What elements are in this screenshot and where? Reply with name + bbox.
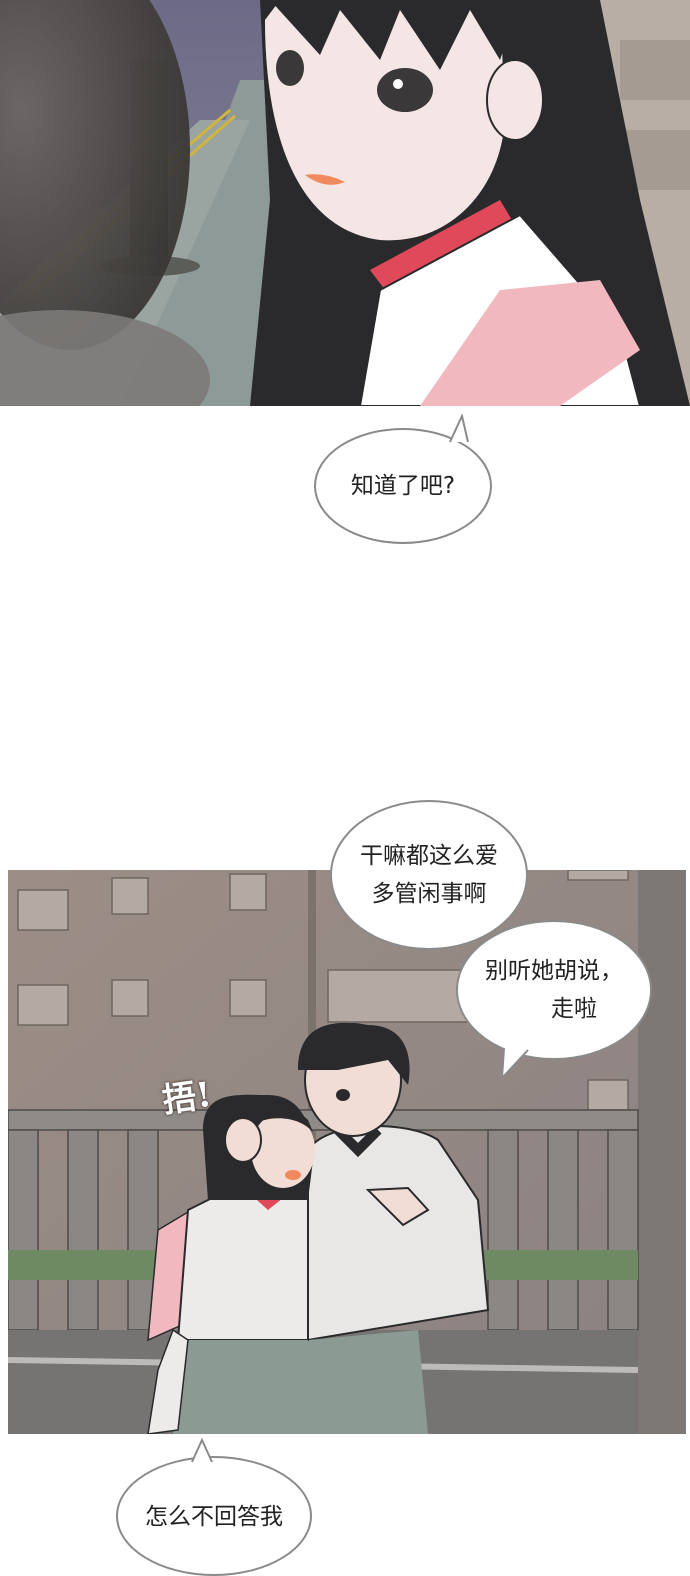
- speech-text-1: 知道了吧?: [350, 473, 456, 499]
- speech-text-2-line-2: 多管闲事啊: [371, 881, 487, 907]
- speech-text-3-line-2: 走啦: [551, 996, 597, 1022]
- girl-closeup-illustration: [0, 0, 690, 406]
- sound-effect: 捂!: [159, 1074, 214, 1122]
- speech-bubble-4: 怎么不回答我: [116, 1456, 312, 1576]
- speech-bubble-4-tail: [191, 1438, 213, 1463]
- speech-text-3-line-1: 别听她胡说，: [485, 958, 623, 984]
- speech-bubble-3: 别听她胡说， 走啦: [456, 920, 652, 1060]
- speech-text-4: 怎么不回答我: [145, 1504, 283, 1530]
- speech-bubble-1-tail: [449, 414, 469, 443]
- girl-closeup-panel: [0, 0, 690, 406]
- speech-bubble-3-tail: [500, 1047, 529, 1080]
- speech-text-2-line-1: 干嘛都这么爱: [360, 843, 498, 869]
- speech-bubble-2: 干嘛都这么爱 多管闲事啊: [330, 800, 528, 950]
- speech-bubble-1: 知道了吧?: [314, 428, 492, 544]
